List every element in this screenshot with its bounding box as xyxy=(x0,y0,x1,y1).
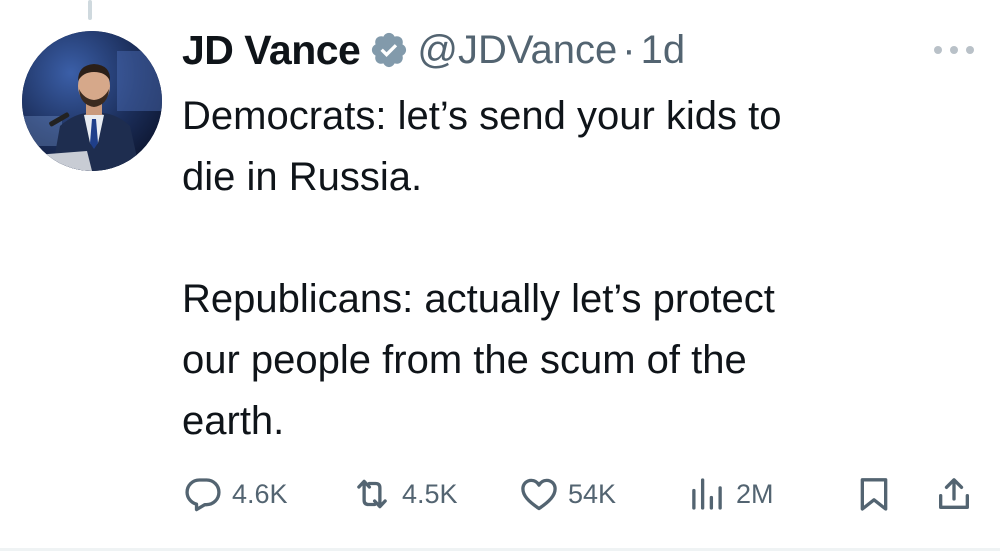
views-button[interactable]: 2M xyxy=(686,470,774,518)
views-icon xyxy=(692,478,722,510)
avatar[interactable] xyxy=(22,31,162,171)
bookmark-button[interactable] xyxy=(854,470,894,518)
tweet-line: Republicans: actually let’s protect xyxy=(182,277,775,321)
more-icon[interactable] xyxy=(934,43,974,57)
reply-count: 4.6K xyxy=(232,478,288,509)
author-name[interactable]: JD Vance xyxy=(182,27,361,74)
avatar-photo xyxy=(22,31,162,171)
tweet-line: earth. xyxy=(182,399,285,443)
like-button[interactable]: 54K xyxy=(518,470,616,518)
more-dot xyxy=(966,46,974,54)
retweet-icon xyxy=(357,479,387,509)
retweet-button[interactable]: 4.5K xyxy=(350,470,458,518)
tweet-header: JD Vance @JDVance · 1d xyxy=(182,22,685,78)
separator-dot: · xyxy=(622,27,636,72)
timestamp[interactable]: 1d xyxy=(641,28,686,73)
reply-button[interactable]: 4.6K xyxy=(182,470,288,518)
share-button[interactable] xyxy=(934,470,974,518)
retweet-count: 4.5K xyxy=(402,478,458,509)
tweet-line: Democrats: let’s send your kids to xyxy=(182,94,782,138)
share-icon xyxy=(939,478,969,509)
tweet-text: Democrats: let’s send your kids to die i… xyxy=(182,86,942,452)
action-bar: 4.6K 4.5K 54K 2M xyxy=(182,470,974,518)
author-handle[interactable]: @JDVance xyxy=(417,28,617,73)
views-count: 2M xyxy=(736,478,774,509)
more-dot xyxy=(950,46,958,54)
reply-icon xyxy=(185,478,221,512)
tweet-line: our people from the scum of the xyxy=(182,338,747,382)
thread-connector-line xyxy=(88,0,92,20)
like-count: 54K xyxy=(568,478,617,509)
heart-icon xyxy=(521,478,557,511)
bookmark-icon xyxy=(860,478,888,511)
tweet-line: die in Russia. xyxy=(182,155,423,199)
verified-badge-icon[interactable] xyxy=(369,30,409,70)
more-dot xyxy=(934,46,942,54)
